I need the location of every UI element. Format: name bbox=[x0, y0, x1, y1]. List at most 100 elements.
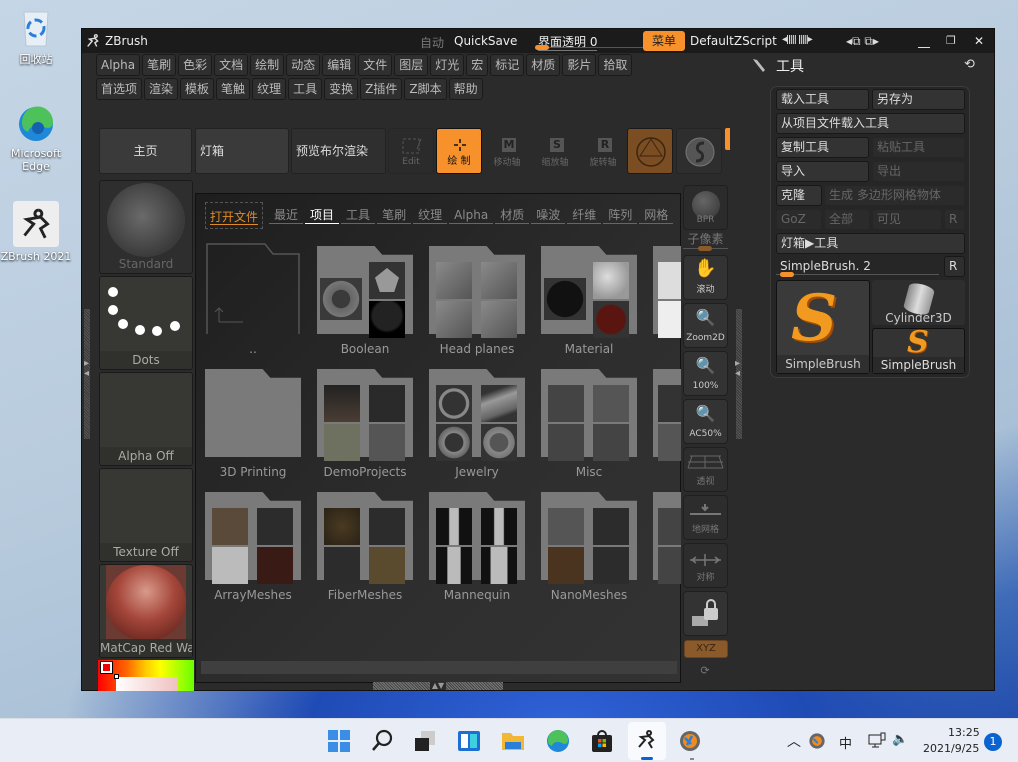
left-tray-toggle-icon[interactable]: ▸ ◂ bbox=[84, 359, 89, 379]
menu-brush[interactable]: 笔刷 bbox=[142, 54, 177, 76]
goz-button[interactable]: GoZ bbox=[776, 209, 822, 230]
edge-taskbar-icon[interactable] bbox=[545, 728, 571, 754]
clock-date[interactable]: 2021/9/25 bbox=[923, 742, 979, 755]
open-file-button[interactable]: 打开文件 bbox=[205, 202, 264, 229]
menu-dynamics[interactable]: 动态 bbox=[286, 54, 321, 76]
main-color-swatch[interactable] bbox=[100, 661, 113, 674]
symmetry-button[interactable]: 对称 bbox=[683, 543, 728, 588]
tab-alpha[interactable]: Alpha bbox=[449, 207, 494, 224]
ac50-button[interactable]: 🔍 AC50% bbox=[683, 399, 728, 444]
tab-material[interactable]: 材质 bbox=[495, 207, 530, 224]
tab-noise[interactable]: 噪波 bbox=[531, 207, 566, 224]
stroke-selector[interactable]: Dots bbox=[99, 276, 193, 370]
floor-grid-button[interactable]: 地网格 bbox=[683, 495, 728, 540]
texture-selector[interactable]: Texture Off bbox=[99, 468, 193, 562]
tab-project[interactable]: 项目 bbox=[305, 207, 340, 224]
layout-switch-icon[interactable]: ◂⧉ ⧉▸ bbox=[846, 34, 879, 49]
folder-array-meshes[interactable]: ArrayMeshes bbox=[205, 484, 301, 602]
goz-visible-button[interactable]: 可见 bbox=[872, 209, 942, 230]
make-polymesh-button[interactable]: 生成 多边形网格物体 bbox=[824, 185, 965, 206]
lightbox-button[interactable]: 灯箱 bbox=[195, 128, 289, 174]
folder-mannequin[interactable]: Mannequin bbox=[429, 484, 525, 602]
desktop-icon-recycle-bin[interactable]: 回收站 bbox=[0, 8, 72, 67]
menu-movie[interactable]: 影片 bbox=[562, 54, 597, 76]
folder-partial[interactable] bbox=[653, 238, 681, 338]
actual-size-button[interactable]: 🔍 100% bbox=[683, 351, 728, 396]
rotate-mode-button[interactable]: R 旋转轴 bbox=[580, 128, 626, 174]
current-tool-slider[interactable]: SimpleBrush. 2 bbox=[776, 257, 941, 278]
menu-preferences[interactable]: 首选项 bbox=[96, 78, 143, 100]
reset-tool-r-button[interactable]: R bbox=[944, 256, 965, 277]
menu-edit[interactable]: 编辑 bbox=[322, 54, 357, 76]
menu-alpha[interactable]: Alpha bbox=[96, 54, 141, 76]
color-cursor[interactable] bbox=[114, 674, 119, 679]
menu-toggle-button[interactable]: 菜单 bbox=[643, 31, 685, 51]
ime-indicator[interactable]: 中 bbox=[839, 733, 852, 752]
lightbox-scrollbar[interactable] bbox=[201, 661, 677, 674]
tab-tool[interactable]: 工具 bbox=[341, 207, 376, 224]
desktop-icon-edge[interactable]: Microsoft Edge bbox=[0, 104, 72, 173]
lightbox-resize-handle[interactable]: ▲▼ bbox=[373, 681, 503, 690]
search-icon[interactable] bbox=[369, 728, 395, 754]
menu-picker[interactable]: 拾取 bbox=[598, 54, 633, 76]
folder-boolean[interactable]: Boolean bbox=[317, 238, 413, 356]
alpha-selector[interactable]: Alpha Off bbox=[99, 372, 193, 466]
app-gear-icon[interactable] bbox=[677, 728, 703, 754]
tab-fiber[interactable]: 纤维 bbox=[567, 207, 602, 224]
copy-tool-button[interactable]: 复制工具 bbox=[776, 137, 869, 158]
volume-icon[interactable]: 🔈 bbox=[892, 732, 908, 747]
goz-all-button[interactable]: 全部 bbox=[824, 209, 870, 230]
folder-misc[interactable]: Misc bbox=[541, 361, 637, 479]
goz-r-button[interactable]: R bbox=[944, 209, 965, 230]
menu-render[interactable]: 渲染 bbox=[144, 78, 179, 100]
rgb-mode-button[interactable] bbox=[676, 128, 722, 174]
folder-demo-projects[interactable]: DemoProjects bbox=[317, 361, 413, 479]
load-tool-button[interactable]: 载入工具 bbox=[776, 89, 869, 110]
menu-zplugin[interactable]: Z插件 bbox=[360, 78, 403, 100]
network-icon[interactable] bbox=[868, 732, 886, 750]
current-tool-slider-thumb[interactable] bbox=[780, 272, 794, 277]
zoom2d-button[interactable]: 🔍 Zoom2D bbox=[683, 303, 728, 348]
folder-fiber-meshes[interactable]: FiberMeshes bbox=[317, 484, 413, 602]
subpixel-slider[interactable] bbox=[683, 246, 728, 251]
zbrush-taskbar-button[interactable] bbox=[628, 722, 666, 760]
menu-stencil[interactable]: 模板 bbox=[180, 78, 215, 100]
tool-thumb-simplebrush-large[interactable]: S SimpleBrush bbox=[776, 280, 870, 374]
close-button[interactable]: ✕ bbox=[974, 34, 984, 48]
folder-partial[interactable] bbox=[653, 361, 681, 461]
reset-panel-icon[interactable]: ⟲ bbox=[964, 57, 975, 72]
menu-color[interactable]: 色彩 bbox=[178, 54, 213, 76]
menu-stroke[interactable]: 笔触 bbox=[216, 78, 251, 100]
notification-badge[interactable]: 1 bbox=[984, 733, 1002, 751]
paste-tool-button[interactable]: 粘贴工具 bbox=[872, 137, 965, 158]
material-selector[interactable]: MatCap Red Wax bbox=[99, 564, 193, 658]
transparency-slider-thumb[interactable] bbox=[535, 45, 549, 50]
desktop-icon-zbrush[interactable]: ZBrush 2021 bbox=[0, 201, 72, 263]
export-button[interactable]: 导出 bbox=[872, 161, 965, 182]
tab-recent[interactable]: 最近 bbox=[269, 207, 304, 224]
menu-texture[interactable]: 纹理 bbox=[252, 78, 287, 100]
folder-partial[interactable] bbox=[653, 484, 681, 584]
clock-time[interactable]: 13:25 bbox=[948, 726, 980, 739]
menu-zscript[interactable]: Z脚本 bbox=[404, 78, 447, 100]
subpixel-slider-thumb[interactable] bbox=[698, 246, 712, 251]
edit-mode-button[interactable]: Edit bbox=[388, 128, 434, 174]
start-icon[interactable] bbox=[326, 728, 352, 754]
tool-thumb-cylinder3d[interactable]: Cylinder3D bbox=[872, 280, 965, 325]
folder-material[interactable]: Material bbox=[541, 238, 637, 356]
folder-parent[interactable]: .. bbox=[205, 238, 301, 356]
scroll-button[interactable]: ✋ 滚动 bbox=[683, 255, 728, 300]
home-button[interactable]: 主页 bbox=[99, 128, 192, 174]
menu-draw[interactable]: 绘制 bbox=[250, 54, 285, 76]
save-as-button[interactable]: 另存为 bbox=[872, 89, 965, 110]
color-picker[interactable] bbox=[98, 660, 194, 691]
folder-jewelry[interactable]: Jewelry bbox=[429, 361, 525, 479]
menu-material[interactable]: 材质 bbox=[526, 54, 561, 76]
transparency-slider[interactable]: 界面透明 0 bbox=[535, 31, 643, 51]
minimize-button[interactable]: ⎽ bbox=[918, 34, 930, 49]
menu-transform[interactable]: 变换 bbox=[324, 78, 359, 100]
menu-light[interactable]: 灯光 bbox=[430, 54, 465, 76]
tray-shrink-icon[interactable]: ◂ǀǀǀǀǀ ǀǀǀǀǀ▸ bbox=[782, 34, 813, 45]
menu-macro[interactable]: 宏 bbox=[466, 54, 489, 76]
menu-help[interactable]: 帮助 bbox=[448, 78, 483, 100]
